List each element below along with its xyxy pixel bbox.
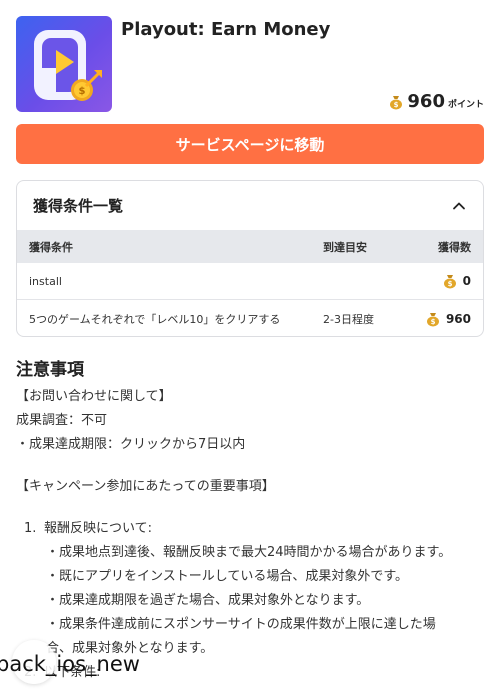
- reward-value: 0: [462, 274, 471, 288]
- svg-text:$: $: [79, 86, 86, 97]
- conditions-card: 獲得条件一覧 獲得条件 到達目安 獲得数 install $ 0 5つのゲームそ…: [16, 180, 484, 337]
- table-header: 獲得条件 到達目安 獲得数: [17, 230, 483, 263]
- money-bag-icon: $: [442, 273, 458, 289]
- note-line: 【お問い合わせに関して】: [16, 389, 172, 404]
- note-line: 成果調査：不可: [16, 413, 108, 428]
- notes-title: 注意事項: [16, 360, 84, 380]
- money-bag-icon: $: [388, 94, 404, 110]
- svg-text:$: $: [447, 280, 452, 288]
- row-estimate: 2-3日程度: [323, 312, 374, 326]
- chevron-up-icon[interactable]: [451, 198, 467, 214]
- note-line: 【キャンペーン参加にあたっての重要事項】: [16, 479, 275, 494]
- row-reward: $ 960: [413, 311, 483, 327]
- col-condition: 獲得条件: [29, 240, 73, 254]
- conditions-title: 獲得条件一覧: [33, 197, 124, 215]
- app-title: Playout: Earn Money: [121, 19, 331, 40]
- money-bag-icon: $: [425, 311, 441, 327]
- app-header: $ Playout: Earn Money $ 960 ポイント: [16, 16, 484, 112]
- service-page-button[interactable]: サービスページに移動: [16, 124, 484, 164]
- notes-section: 注意事項 【お問い合わせに関して】 成果調査：不可 ・成果達成期限：クリックから…: [16, 355, 484, 685]
- row-reward: $ 0: [413, 273, 483, 289]
- svg-text:$: $: [431, 318, 436, 326]
- list-subitem: ・成果地点到達後、報酬反映まで最大24時間かかる場合があります。: [46, 545, 452, 560]
- points-total: $ 960 ポイント: [388, 91, 484, 112]
- table-row: install $ 0: [17, 263, 483, 300]
- list-subitem: ・成果条件達成前にスポンサーサイトの成果件数が上限に達した場: [46, 617, 436, 632]
- row-condition: install: [29, 274, 62, 288]
- list-text: 報酬反映について:: [44, 521, 152, 536]
- conditions-header[interactable]: 獲得条件一覧: [17, 181, 483, 230]
- app-icon: $: [16, 16, 112, 112]
- list-subitem: ・成果達成期限を過ぎた場合、成果対象外となります。: [46, 593, 370, 608]
- list-subitem: ・既にアプリをインストールしている場合、成果対象外です。: [46, 569, 409, 584]
- col-reward: 獲得数: [438, 240, 471, 254]
- svg-text:$: $: [394, 101, 399, 109]
- points-unit: ポイント: [447, 99, 484, 110]
- row-condition: 5つのゲームそれぞれで「レベル10」をクリアする: [29, 312, 281, 326]
- list-number: 1.: [24, 521, 37, 536]
- table-row: 5つのゲームそれぞれで「レベル10」をクリアする 2-3日程度 $ 960: [17, 300, 483, 336]
- note-line: ・成果達成期限：クリックから7日以内: [16, 437, 246, 452]
- points-value: 960: [407, 91, 445, 112]
- col-estimate: 到達目安: [323, 240, 367, 254]
- reward-value: 960: [445, 311, 471, 326]
- back-icon-text[interactable]: back_ios_new: [0, 652, 140, 676]
- list-item: 1. 報酬反映について:: [16, 517, 484, 541]
